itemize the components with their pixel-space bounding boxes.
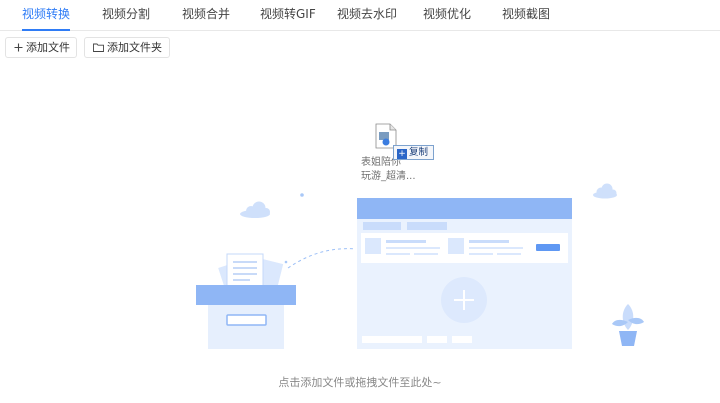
- file-box-icon: [196, 253, 296, 349]
- empty-state-illustration: [196, 123, 644, 349]
- cloud-icon: [240, 201, 270, 218]
- drag-copy-tooltip: + 复制: [393, 145, 435, 160]
- cloud-icon: [593, 183, 617, 199]
- dragged-file-name: 表姐陪你 玩游_超清...: [361, 157, 416, 182]
- drop-hint-text: 点击添加文件或拖拽文件至此处~: [278, 376, 442, 389]
- plant-icon: [612, 304, 644, 346]
- app-window-illustration: [357, 198, 572, 349]
- plus-icon: +: [397, 149, 407, 159]
